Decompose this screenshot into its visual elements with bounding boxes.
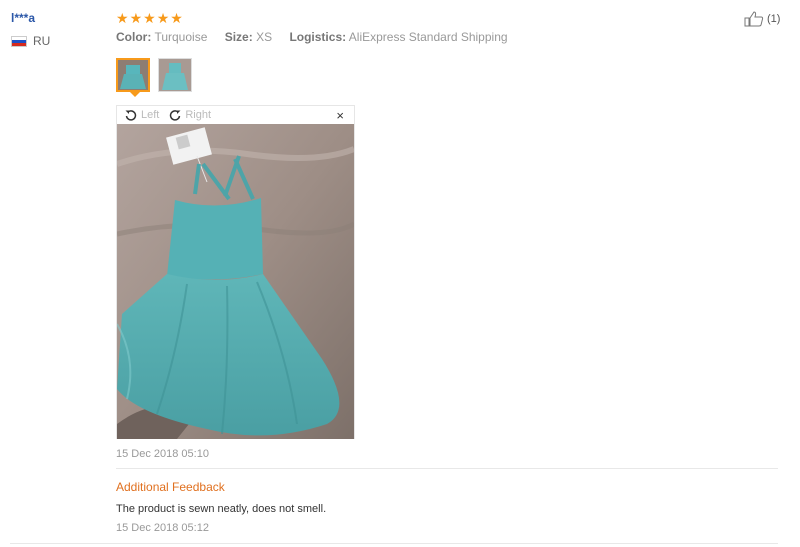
- reviewer-name[interactable]: l***a: [11, 11, 35, 25]
- star-icon: ★: [129, 10, 143, 26]
- rotate-right-icon: [170, 110, 181, 121]
- rotate-right-button[interactable]: Right: [169, 109, 211, 121]
- logistics-label: Logistics:: [289, 30, 347, 44]
- logistics-value: AliExpress Standard Shipping: [348, 30, 508, 44]
- russia-flag-icon: [11, 35, 27, 47]
- rotate-left-icon: [125, 110, 137, 121]
- divider: [10, 543, 778, 544]
- divider: [116, 468, 778, 469]
- country-code: RU: [33, 34, 51, 48]
- star-icon: ★: [143, 10, 156, 26]
- thumbnail-pointer: [130, 92, 140, 97]
- helpful-button[interactable]: (1): [744, 11, 780, 27]
- thumbs-up-icon: [744, 11, 764, 27]
- image-viewer-toolbar: Left Right ×: [117, 106, 354, 124]
- star-icon: ★: [170, 10, 183, 26]
- image-viewer: Left Right ×: [116, 105, 355, 439]
- rotate-right-label: Right: [185, 109, 212, 121]
- reviewer-country: RU: [11, 34, 50, 48]
- dress-thumbnail-image: [159, 59, 191, 91]
- rotate-left-label: Left: [141, 109, 160, 121]
- star-rating: ★ ★ ★ ★ ★: [116, 11, 183, 25]
- size-value: XS: [256, 30, 273, 44]
- review-thumbnails: [116, 58, 192, 92]
- color-value: Turquoise: [154, 30, 208, 44]
- dress-photo-image: [117, 124, 354, 439]
- review-photo-thumbnail[interactable]: [158, 58, 192, 92]
- review-date: 15 Dec 2018 05:10: [116, 448, 209, 460]
- additional-feedback-text: The product is sewn neatly, does not sme…: [116, 503, 327, 515]
- size-label: Size:: [224, 30, 253, 44]
- helpful-count: (1): [767, 13, 781, 25]
- rotate-left-button[interactable]: Left: [125, 109, 159, 121]
- color-label: Color:: [116, 30, 152, 44]
- review-photo-thumbnail[interactable]: [116, 58, 150, 92]
- star-icon: ★: [156, 10, 170, 26]
- close-viewer-button[interactable]: ×: [336, 108, 344, 123]
- additional-feedback-date: 15 Dec 2018 05:12: [116, 522, 209, 534]
- additional-feedback-title: Additional Feedback: [116, 480, 225, 494]
- star-icon: ★: [116, 10, 129, 26]
- review-photo: [117, 124, 354, 439]
- order-info: Color: Turquoise Size: XS Logistics: Ali…: [116, 30, 522, 44]
- dress-thumbnail-image: [118, 60, 148, 90]
